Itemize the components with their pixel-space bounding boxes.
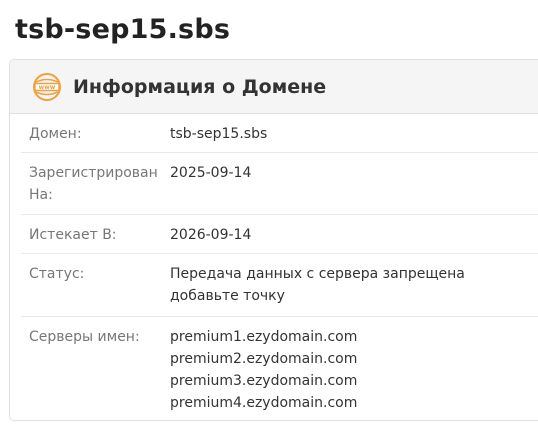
svg-text:www: www [39, 84, 56, 91]
nameserver-item: premium3.ezydomain.com [170, 373, 358, 389]
expires-label: Истекает В: [29, 227, 117, 243]
nameserver-item: premium4.ezydomain.com [170, 395, 358, 411]
nameservers-label: Серверы имен: [29, 329, 140, 345]
status-value: Передача данных с сервера запрещена доба… [161, 263, 465, 316]
www-globe-icon: www [32, 72, 62, 102]
status-line: Передача данных с сервера запрещена [170, 266, 465, 282]
detail-row-domain: Домен: tsb-sep15.sbs [21, 114, 538, 153]
status-line: добавьте точку [170, 288, 285, 304]
nameservers-value: premium1.ezydomain.com premium2.ezydomai… [161, 326, 358, 420]
details-list: Домен: tsb-sep15.sbs Зарегистрирован На:… [10, 114, 538, 420]
nameserver-item: premium1.ezydomain.com [170, 329, 358, 345]
detail-row-expires: Истекает В: 2026-09-14 [21, 215, 538, 254]
status-label: Статус: [29, 266, 85, 282]
domain-info-card: www Информация о Домене Домен: tsb-sep15… [9, 59, 538, 421]
card-title: Информация о Домене [73, 75, 327, 98]
domain-value: tsb-sep15.sbs [170, 126, 268, 142]
detail-row-status: Статус: Передача данных с сервера запрещ… [21, 254, 538, 317]
detail-row-registered: Зарегистрирован На: 2025-09-14 [21, 153, 538, 215]
nameserver-item: premium2.ezydomain.com [170, 351, 358, 367]
registered-value: 2025-09-14 [170, 165, 252, 181]
card-header: www Информация о Домене [10, 60, 538, 114]
domain-label: Домен: [29, 126, 82, 142]
registered-label: Зарегистрирован На: [29, 165, 158, 203]
expires-value: 2026-09-14 [170, 227, 252, 243]
detail-row-nameservers: Серверы имен: premium1.ezydomain.com pre… [21, 317, 538, 420]
page-title: tsb-sep15.sbs [15, 14, 231, 45]
